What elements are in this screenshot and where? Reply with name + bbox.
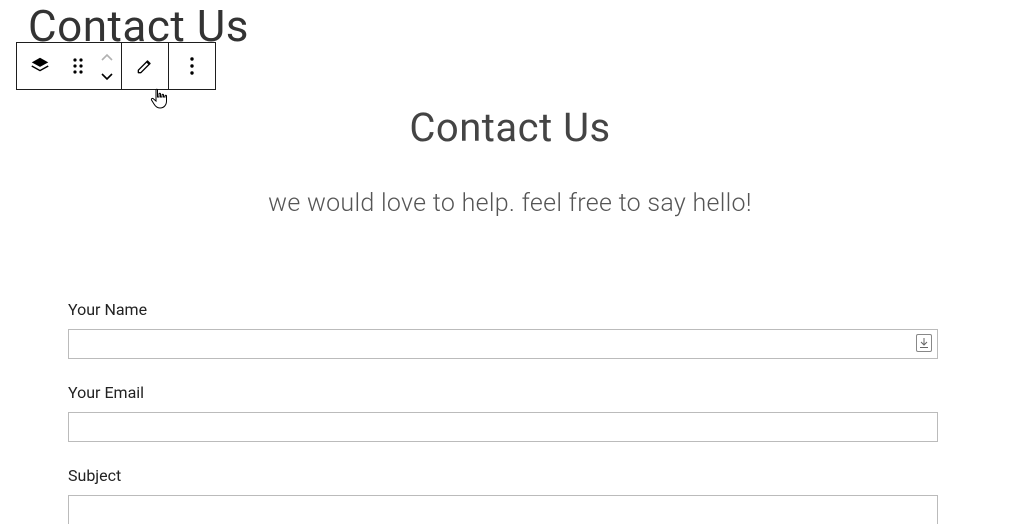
block-toolbar [16,42,216,90]
drag-handle-button[interactable] [63,43,93,89]
autofill-icon[interactable] [916,334,932,352]
toolbar-group-edit [121,42,169,90]
contact-form: Your Name Your Email Subject [68,300,938,524]
email-input[interactable] [68,412,938,442]
kebab-icon [189,56,195,76]
chevron-up-icon [100,48,114,67]
move-down-button[interactable] [93,66,121,84]
email-label: Your Email [68,383,938,402]
field-email: Your Email [68,383,938,442]
main-content: Contact Us we would love to help. feel f… [0,104,1020,218]
chevron-down-icon [100,66,114,85]
options-button[interactable] [169,43,215,89]
move-up-button[interactable] [93,48,121,66]
pencil-icon [135,56,155,76]
subheading: we would love to help. feel free to say … [0,189,1020,218]
block-type-button[interactable] [17,43,63,89]
main-heading: Contact Us [0,104,1020,151]
name-label: Your Name [68,300,938,319]
subject-input[interactable] [68,495,938,524]
edit-button[interactable] [122,43,168,89]
name-input[interactable] [68,329,938,359]
subject-label: Subject [68,466,938,485]
block-movers [93,43,121,89]
field-subject: Subject [68,466,938,524]
layers-icon [29,55,51,77]
toolbar-group-options [168,42,216,90]
drag-handle-icon [71,57,85,75]
toolbar-group-block [16,42,122,90]
field-name: Your Name [68,300,938,359]
